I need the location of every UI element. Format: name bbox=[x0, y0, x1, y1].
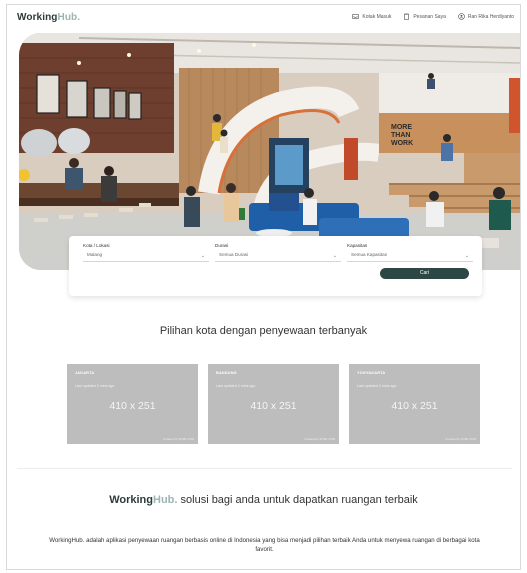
top-navbar: WorkingHub. Kotak Masuk Pesanan Saya Ran… bbox=[7, 5, 520, 31]
wall-text-work: WORK bbox=[391, 140, 413, 147]
kota-select[interactable]: Malang ⌄ bbox=[83, 252, 209, 262]
inbox-icon bbox=[352, 14, 360, 19]
durasi-label: Durasi bbox=[215, 243, 229, 248]
about-title: WorkingHub. solusi bagi anda untuk dapat… bbox=[7, 494, 520, 506]
search-button[interactable]: Cari bbox=[380, 268, 469, 279]
clipboard-icon bbox=[404, 13, 410, 20]
image-placeholder-text: 410 x 251 bbox=[391, 400, 438, 412]
powered-by-text: Powered by HTML.COM bbox=[163, 437, 194, 441]
wall-text-more: MORE bbox=[391, 124, 412, 131]
durasi-select[interactable]: Semua Durasi ⌄ bbox=[215, 252, 341, 262]
chevron-down-icon: ⌄ bbox=[200, 253, 205, 259]
powered-by-text: Powered by HTML.COM bbox=[445, 437, 476, 441]
city-card-jakarta[interactable]: JAKARTA Last updated 3 mins ago 410 x 25… bbox=[67, 364, 198, 444]
nav-inbox[interactable]: Kotak Masuk bbox=[352, 13, 391, 20]
durasi-value: Semua Durasi bbox=[219, 252, 249, 257]
city-card-yogyakarta[interactable]: YOGYAKARTA Last updated 3 mins ago 410 x… bbox=[349, 364, 480, 444]
chevron-down-icon: ⌄ bbox=[332, 253, 337, 259]
kapasitas-value: Semua Kapasitas bbox=[351, 252, 388, 257]
section-divider bbox=[17, 468, 512, 469]
image-placeholder-text: 410 x 251 bbox=[109, 400, 156, 412]
city-name: BANDUNG bbox=[216, 371, 237, 375]
coworking-space-illustration: MORE THAN WORK bbox=[19, 33, 520, 270]
nav-profile-label: Ran Rika Herdiyanto bbox=[467, 13, 514, 20]
nav-orders-label: Pesanan Saya bbox=[413, 13, 446, 20]
kota-label: Kota / Lokasi bbox=[83, 243, 110, 248]
kapasitas-field: Kapasitas Semua Kapasitas ⌄ bbox=[347, 243, 473, 262]
city-card-bandung[interactable]: BANDUNG Last updated 3 mins ago 410 x 25… bbox=[208, 364, 339, 444]
image-placeholder-text: 410 x 251 bbox=[250, 400, 297, 412]
logo-main-text: Working bbox=[17, 12, 58, 23]
kota-field: Kota / Lokasi Malang ⌄ bbox=[83, 243, 209, 262]
city-updated: Last updated 3 mins ago bbox=[216, 384, 256, 388]
about-brand-accent: Hub. bbox=[153, 494, 178, 506]
page-frame: WorkingHub. Kotak Masuk Pesanan Saya Ran… bbox=[6, 4, 521, 570]
hero-image: MORE THAN WORK bbox=[19, 33, 520, 270]
kapasitas-select[interactable]: Semua Kapasitas ⌄ bbox=[347, 252, 473, 262]
wall-text-than: THAN bbox=[391, 132, 410, 139]
about-brand: WorkingHub. bbox=[109, 494, 177, 506]
kota-value: Malang bbox=[87, 252, 103, 257]
about-brand-main: Working bbox=[109, 494, 153, 506]
logo[interactable]: WorkingHub. bbox=[17, 12, 80, 23]
city-updated: Last updated 3 mins ago bbox=[357, 384, 397, 388]
nav-profile[interactable]: Ran Rika Herdiyanto bbox=[458, 13, 514, 20]
nav-orders[interactable]: Pesanan Saya bbox=[403, 13, 446, 20]
search-card: Kota / Lokasi Malang ⌄ Durasi Semua Dura… bbox=[69, 236, 482, 296]
chevron-down-icon: ⌄ bbox=[464, 253, 469, 259]
city-name: YOGYAKARTA bbox=[357, 371, 386, 375]
about-title-text: solusi bagi anda untuk dapatkan ruangan … bbox=[177, 494, 418, 506]
about-description: WorkingHub. adalah aplikasi penyewaan ru… bbox=[49, 537, 480, 553]
durasi-field: Durasi Semua Durasi ⌄ bbox=[215, 243, 341, 262]
logo-accent-text: Hub. bbox=[57, 12, 81, 23]
user-icon bbox=[458, 13, 465, 20]
city-name: JAKARTA bbox=[75, 371, 95, 375]
nav-inbox-label: Kotak Masuk bbox=[362, 13, 392, 20]
kapasitas-label: Kapasitas bbox=[347, 243, 368, 248]
powered-by-text: Powered by HTML.COM bbox=[304, 437, 335, 441]
cities-section-title: Pilihan kota dengan penyewaan terbanyak bbox=[159, 325, 368, 337]
top-nav: Kotak Masuk Pesanan Saya Ran Rika Herdiy… bbox=[352, 13, 514, 20]
city-updated: Last updated 3 mins ago bbox=[75, 384, 115, 388]
